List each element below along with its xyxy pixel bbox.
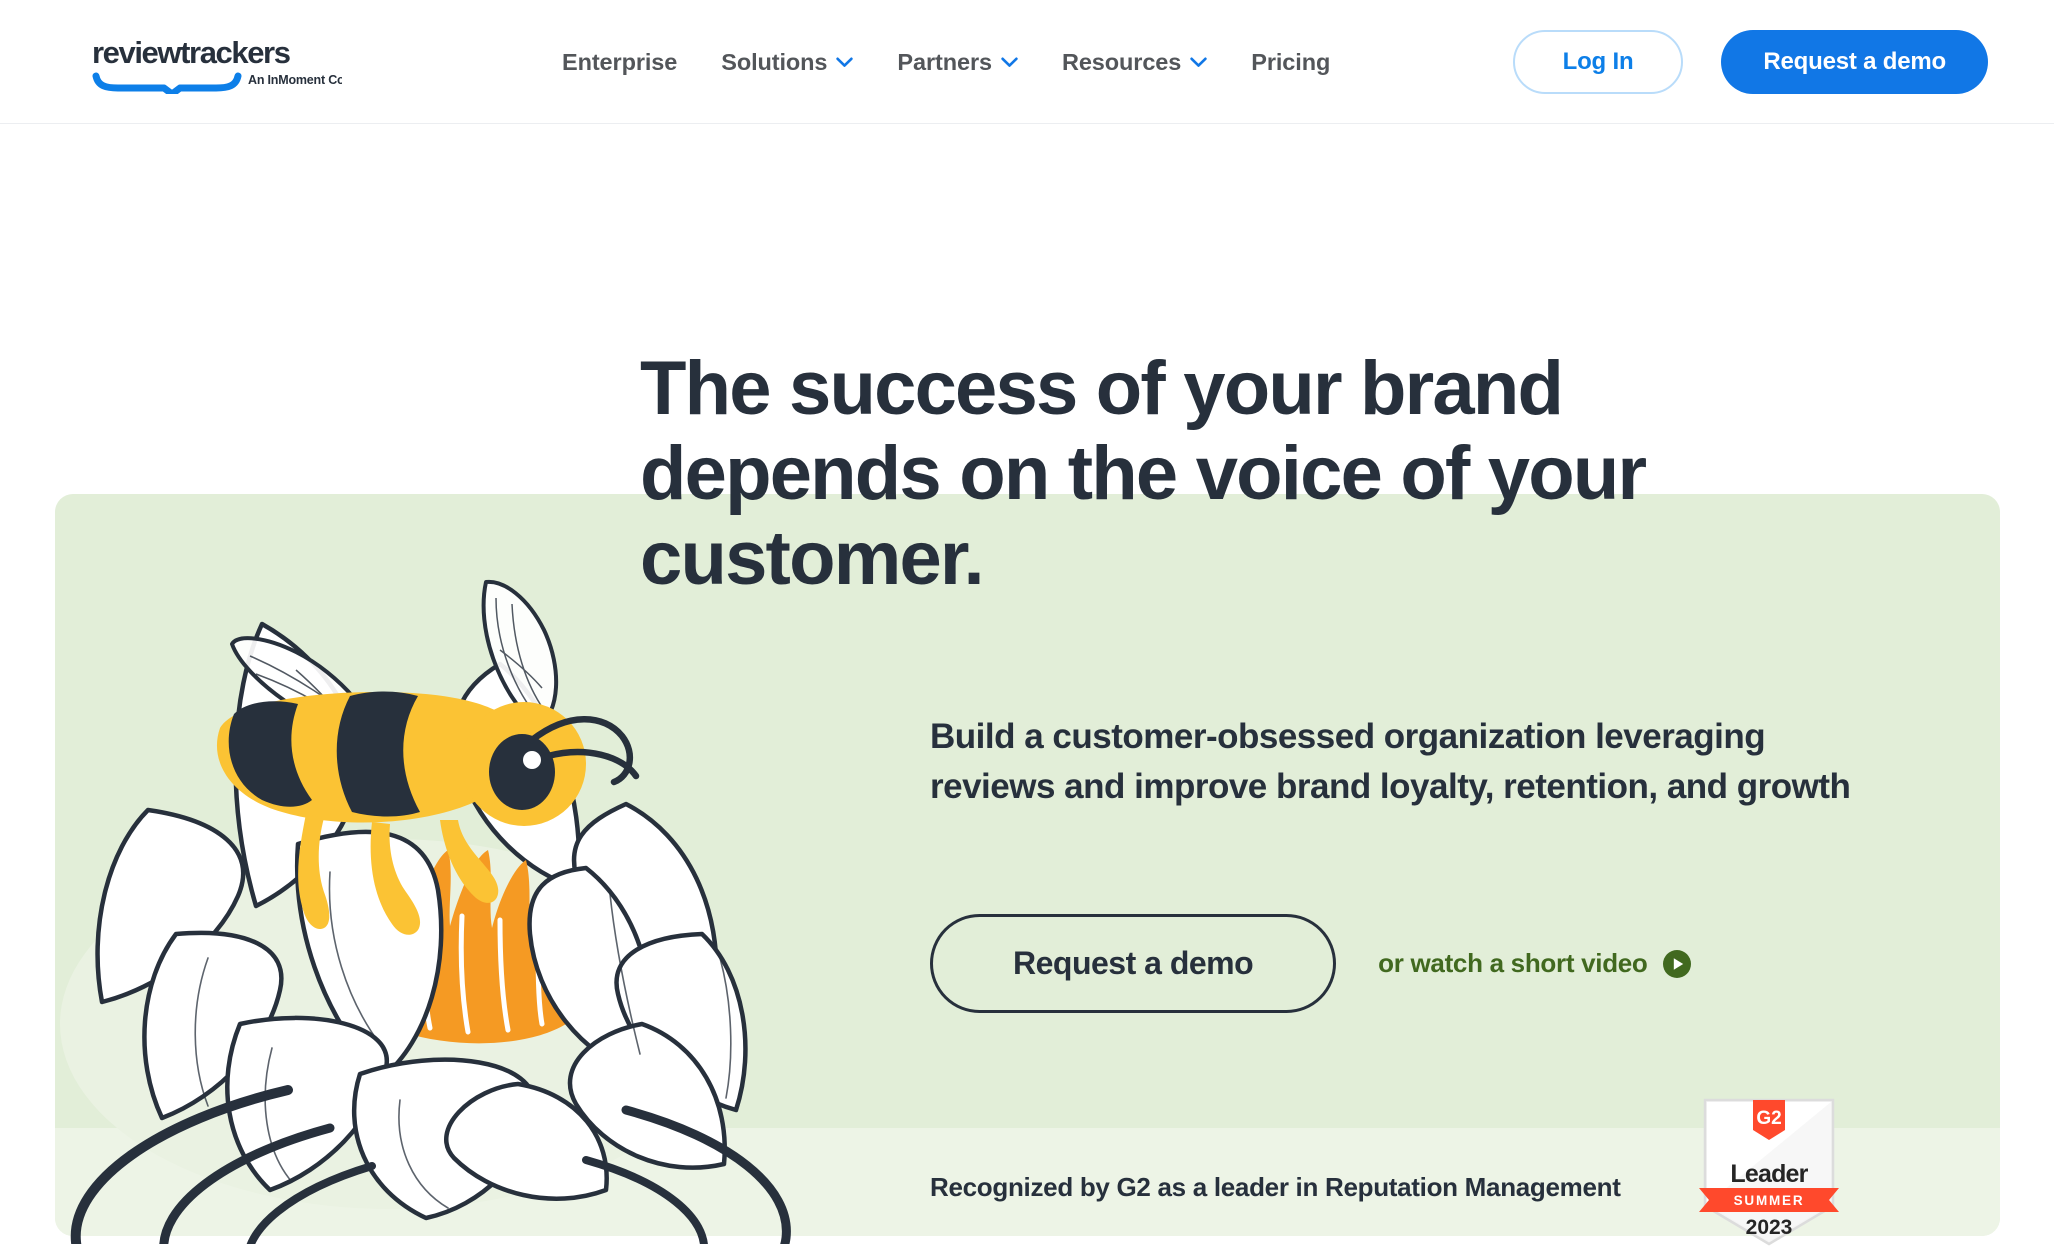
nav-item-partners[interactable]: Partners bbox=[875, 0, 1040, 124]
main-navigation: Enterprise Solutions Partners Resources … bbox=[540, 0, 1352, 124]
nav-item-pricing[interactable]: Pricing bbox=[1229, 0, 1352, 124]
chevron-down-icon bbox=[1001, 57, 1018, 67]
site-header: reviewtrackers An InMoment Company Enter… bbox=[0, 0, 2054, 124]
request-demo-button-header[interactable]: Request a demo bbox=[1721, 30, 1988, 94]
chevron-down-icon bbox=[1190, 57, 1207, 67]
watch-video-label: or watch a short video bbox=[1378, 948, 1648, 978]
svg-text:An InMoment Company: An InMoment Company bbox=[248, 73, 342, 87]
g2-year-label: 2023 bbox=[1746, 1216, 1793, 1239]
nav-item-label: Enterprise bbox=[562, 48, 678, 75]
hero-headline: The success of your brand depends on the… bbox=[640, 346, 1647, 602]
watch-video-link[interactable]: or watch a short video bbox=[1378, 948, 1691, 979]
log-in-button[interactable]: Log In bbox=[1512, 30, 1684, 94]
site-logo[interactable]: reviewtrackers An InMoment Company bbox=[92, 32, 342, 94]
g2-leader-badge: G2 Leader SUMMER 2023 bbox=[1699, 1098, 1839, 1246]
hero-subheading: Build a customer-obsessed organization l… bbox=[930, 717, 1851, 806]
chevron-down-icon bbox=[836, 57, 854, 67]
g2-award-label: Leader bbox=[1730, 1160, 1808, 1188]
nav-item-label: Resources bbox=[1061, 48, 1182, 75]
request-demo-button-hero[interactable]: Request a demo bbox=[930, 914, 1337, 1013]
nav-item-label: Partners bbox=[897, 48, 992, 75]
play-circle-icon bbox=[1662, 949, 1691, 978]
nav-item-label: Solutions bbox=[721, 48, 828, 75]
hero-cta-row: Request a demo or watch a short video bbox=[930, 914, 1692, 1013]
g2-season-label: SUMMER bbox=[1734, 1193, 1805, 1208]
nav-item-solutions[interactable]: Solutions bbox=[699, 0, 875, 124]
nav-item-resources[interactable]: Resources bbox=[1040, 0, 1229, 124]
nav-item-label: Pricing bbox=[1251, 48, 1331, 75]
reviewtrackers-logo-icon: reviewtrackers An InMoment Company bbox=[92, 35, 342, 94]
hero-section: The success of your brand depends on the… bbox=[0, 124, 2054, 1246]
g2-logo-text: G2 bbox=[1756, 1108, 1781, 1129]
g2-recognition-text: Recognized by G2 as a leader in Reputati… bbox=[930, 1172, 1621, 1202]
nav-item-enterprise[interactable]: Enterprise bbox=[540, 0, 699, 124]
header-actions: Log In Request a demo bbox=[1512, 0, 1988, 124]
svg-text:reviewtrackers: reviewtrackers bbox=[92, 35, 290, 70]
